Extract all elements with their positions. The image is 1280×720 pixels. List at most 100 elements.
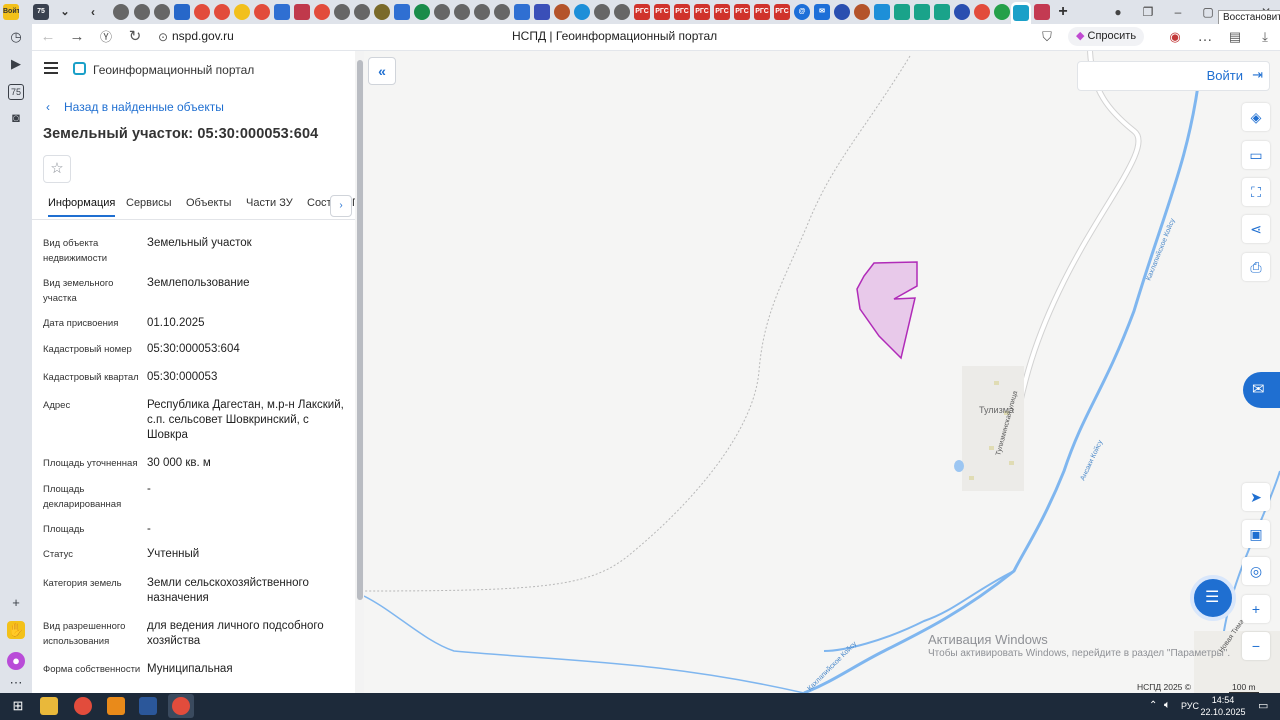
yandex-app-icon[interactable]	[74, 697, 92, 715]
tab-favicon[interactable]	[454, 4, 470, 20]
print-button[interactable]: ⎙	[1242, 253, 1270, 281]
tray-chevron-icon[interactable]: ⌃	[1149, 700, 1157, 711]
tab-favicon[interactable]	[394, 4, 410, 20]
tab-favicon[interactable]	[914, 4, 930, 20]
yandex-login-icon[interactable]: Войти	[3, 4, 19, 20]
notifications-icon[interactable]: ▭	[1258, 699, 1268, 712]
reader-icon[interactable]: ▤	[1226, 28, 1244, 46]
browser-profile-icon[interactable]: ●	[1110, 4, 1126, 20]
tab-favicon[interactable]	[554, 4, 570, 20]
tab-favicon[interactable]	[934, 4, 950, 20]
history-icon[interactable]: ◷	[7, 28, 25, 46]
active-tab[interactable]	[1011, 2, 1031, 24]
tab-favicon[interactable]	[854, 4, 870, 20]
tab-favicon[interactable]	[894, 4, 910, 20]
tab-favicon[interactable]: РГС	[734, 4, 750, 20]
favorite-star-button[interactable]: ☆	[43, 155, 71, 183]
url-field[interactable]: nspd.gov.ru	[172, 29, 234, 43]
tab-favicon[interactable]	[494, 4, 510, 20]
tab-favicon[interactable]	[274, 4, 290, 20]
play-icon[interactable]: ▶	[7, 55, 25, 73]
tab-list-chevron-icon[interactable]: ⌄	[57, 4, 73, 20]
zoom-in-button[interactable]: +	[1242, 595, 1270, 623]
yandex-icon[interactable]: Ⓨ	[97, 28, 115, 46]
chat-assistant-button[interactable]: ☰	[1190, 575, 1236, 621]
tabs-scroll-right-button[interactable]: ›	[330, 195, 352, 217]
land-parcel-polygon[interactable]	[856, 261, 918, 360]
tab-favicon[interactable]	[374, 4, 390, 20]
tab-favicon[interactable]	[254, 4, 270, 20]
tab-favicon[interactable]	[594, 4, 610, 20]
measure-button[interactable]: ▭	[1242, 141, 1270, 169]
tab-favicon[interactable]	[574, 4, 590, 20]
back-to-results-link[interactable]: Назад в найденные объекты	[64, 100, 224, 114]
minimap-button[interactable]: ▣	[1242, 520, 1270, 548]
tab-favicon[interactable]	[174, 4, 190, 20]
login-button[interactable]: Войти ⇥	[1077, 61, 1270, 91]
tab-favicon[interactable]	[534, 4, 550, 20]
ask-ai-button[interactable]: ◆ Спросить	[1068, 27, 1145, 46]
badge-icon[interactable]: 75	[8, 84, 24, 100]
downloads-icon[interactable]: ⤓	[1256, 28, 1274, 46]
site-info-icon[interactable]: ⊙	[154, 28, 172, 46]
tab-favicon[interactable]	[614, 4, 630, 20]
language-indicator[interactable]: РУС	[1181, 701, 1199, 711]
tab-favicon[interactable]: РГС	[774, 4, 790, 20]
tab-favicon[interactable]	[414, 4, 430, 20]
tab-favicon[interactable]: РГС	[714, 4, 730, 20]
new-tab-icon[interactable]: +	[1055, 4, 1071, 20]
tab-favicon[interactable]: @	[794, 4, 810, 20]
map-canvas[interactable]: Тулизма Тулизминская улица Кахлапийское …	[364, 51, 1280, 693]
forward-arrow-icon[interactable]: →	[68, 28, 86, 46]
extension-icon[interactable]: ◉	[1166, 28, 1184, 46]
more-icon[interactable]: ⋯	[7, 674, 25, 692]
panel-scrollbar-thumb[interactable]	[357, 60, 363, 600]
back-arrow-icon[interactable]: ←	[39, 28, 57, 46]
tab-favicon[interactable]	[834, 4, 850, 20]
share-button[interactable]: ⋖	[1242, 215, 1270, 243]
tab-back-icon[interactable]: ‹	[85, 4, 101, 20]
clock-date[interactable]: 22.10.2025	[1198, 707, 1248, 717]
tab-favicon[interactable]	[874, 4, 890, 20]
feedback-tab[interactable]: ✉	[1243, 372, 1280, 408]
tab-favicon[interactable]	[314, 4, 330, 20]
tab-info[interactable]: Информация	[48, 197, 116, 217]
tab-favicon[interactable]: РГС	[654, 4, 670, 20]
tab-objects[interactable]: Объекты	[186, 197, 231, 209]
collapse-panel-button[interactable]: «	[368, 57, 396, 85]
layers-button[interactable]: ◈	[1242, 103, 1270, 131]
tab-favicon[interactable]	[434, 4, 450, 20]
collections-icon[interactable]: ❐	[1140, 4, 1156, 20]
location-button[interactable]: ◎	[1242, 557, 1270, 585]
hand-icon[interactable]: ✋	[7, 621, 25, 639]
geolocate-button[interactable]: ➤	[1242, 483, 1270, 511]
zoom-out-button[interactable]: −	[1242, 632, 1270, 660]
reload-icon[interactable]: ↻	[126, 28, 144, 46]
tab-services[interactable]: Сервисы	[126, 197, 172, 209]
alice-icon[interactable]: ●	[7, 652, 25, 670]
tab-favicon[interactable]	[134, 4, 150, 20]
yandex-browser-icon[interactable]	[168, 694, 194, 718]
camera-icon[interactable]: ◙	[7, 109, 25, 127]
tab-favicon[interactable]	[1034, 4, 1050, 20]
tab-favicon[interactable]: РГС	[694, 4, 710, 20]
tab-favicon[interactable]	[354, 4, 370, 20]
tab-favicon[interactable]	[113, 4, 129, 20]
tab-favicon[interactable]	[334, 4, 350, 20]
pdf-app-icon[interactable]	[107, 697, 125, 715]
tab-land-parts[interactable]: Части ЗУ	[246, 197, 293, 209]
tab-favicon[interactable]: РГС	[634, 4, 650, 20]
file-explorer-icon[interactable]	[40, 697, 58, 715]
tab-favicon[interactable]	[994, 4, 1010, 20]
clock-time[interactable]: 14:54	[1203, 695, 1243, 705]
add-panel-icon[interactable]: +	[7, 594, 25, 612]
windows-start-icon[interactable]: ⊞	[9, 697, 27, 715]
tab-favicon[interactable]	[474, 4, 490, 20]
hamburger-menu-icon[interactable]	[44, 62, 58, 74]
restore-icon[interactable]: ▢	[1200, 4, 1216, 20]
volume-icon[interactable]: 🔈︎	[1164, 699, 1171, 712]
bookmark-icon[interactable]: ⛉	[1038, 28, 1056, 46]
tab-favicon[interactable]	[194, 4, 210, 20]
tab-favicon[interactable]: РГС	[754, 4, 770, 20]
tab-favicon[interactable]	[954, 4, 970, 20]
